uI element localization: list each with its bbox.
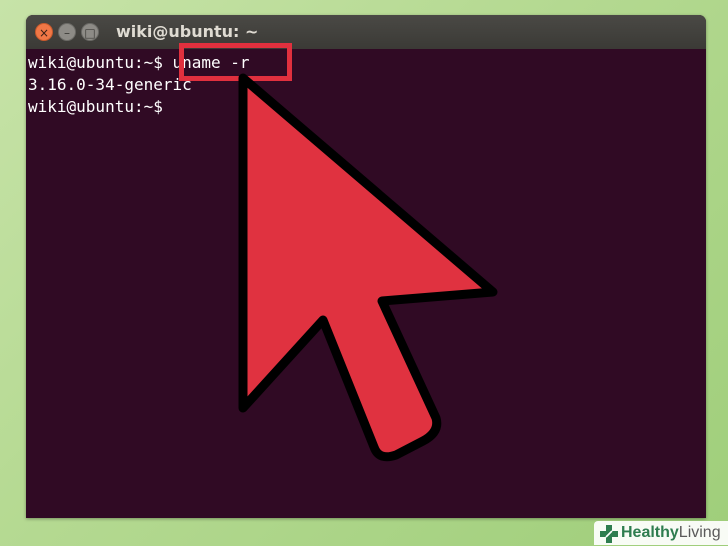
healthy-living-logo: HealthyLiving xyxy=(594,521,728,545)
logo-text: HealthyLiving xyxy=(621,524,721,541)
plus-leaf-icon xyxy=(600,525,618,543)
mouse-pointer-arrow-icon xyxy=(238,73,498,462)
